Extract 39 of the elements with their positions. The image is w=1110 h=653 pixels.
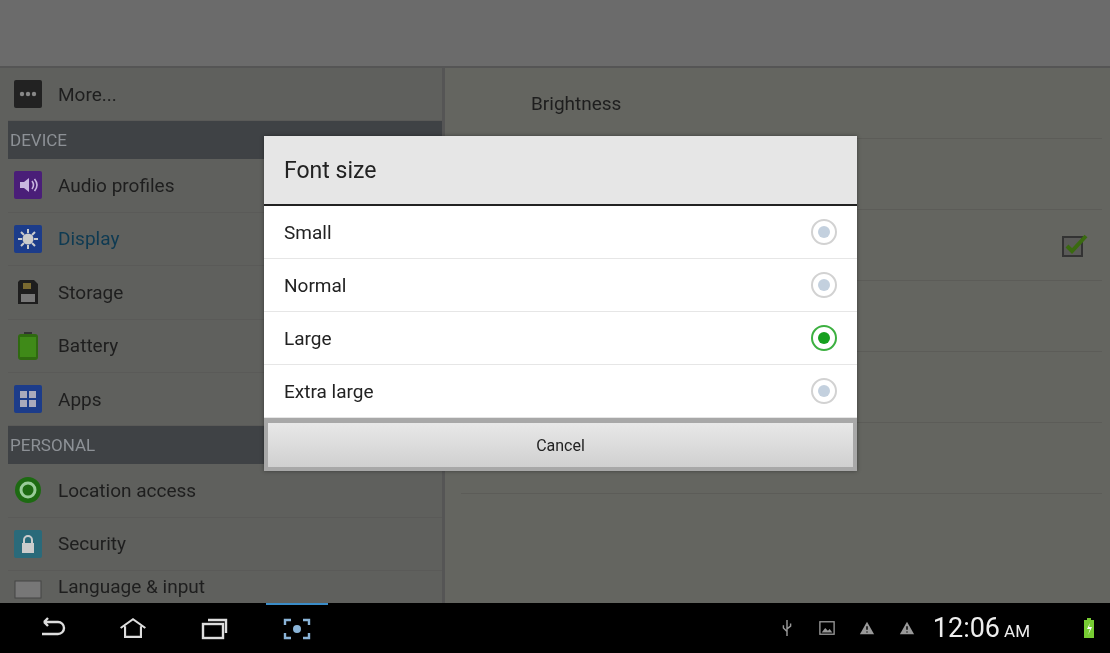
radio-button[interactable] [811, 272, 837, 298]
home-icon[interactable] [118, 616, 148, 640]
settings-item-label: Security [58, 532, 127, 556]
checkbox[interactable] [1062, 232, 1088, 258]
radio-button[interactable] [811, 378, 837, 404]
padlock-icon [14, 529, 42, 558]
settings-item-label: Display [58, 227, 120, 251]
dots-icon [14, 80, 42, 109]
settings-item-label: Battery [58, 334, 119, 358]
radio-button[interactable] [811, 325, 837, 351]
clock: 12:06 [932, 612, 1001, 644]
settings-item-label: Storage [58, 280, 124, 304]
option-label: Normal [284, 273, 347, 297]
battery-charging-icon [1084, 618, 1094, 638]
option-label: Large [284, 326, 332, 350]
brightness-label: Brightness [531, 91, 622, 115]
sun-icon [14, 224, 42, 253]
radio-button[interactable] [811, 219, 837, 245]
radio-option[interactable]: Normal [264, 259, 857, 312]
settings-item[interactable]: Language & input [8, 571, 442, 603]
option-label: Extra large [284, 379, 374, 403]
grid-icon [14, 385, 42, 414]
settings-item-label: More... [58, 82, 117, 106]
radio-option[interactable]: Large [264, 312, 857, 365]
recent-apps-icon[interactable] [200, 616, 230, 640]
settings-item[interactable]: Security [8, 517, 442, 571]
settings-item-label: Audio profiles [58, 173, 175, 197]
speaker-icon [14, 171, 42, 200]
option-label: Small [284, 220, 332, 244]
dialog-title: Font size [264, 136, 857, 206]
settings-item-label: Location access [58, 478, 197, 502]
screenshot-icon[interactable] [282, 617, 312, 641]
cancel-button[interactable]: Cancel [268, 423, 853, 467]
radio-option[interactable]: Small [264, 206, 857, 259]
clock-period: AM [1004, 621, 1030, 641]
target-icon [14, 476, 42, 505]
image-icon [818, 619, 835, 637]
settings-item-label: Apps [58, 387, 102, 411]
settings-item-label: Language & input [58, 575, 205, 598]
